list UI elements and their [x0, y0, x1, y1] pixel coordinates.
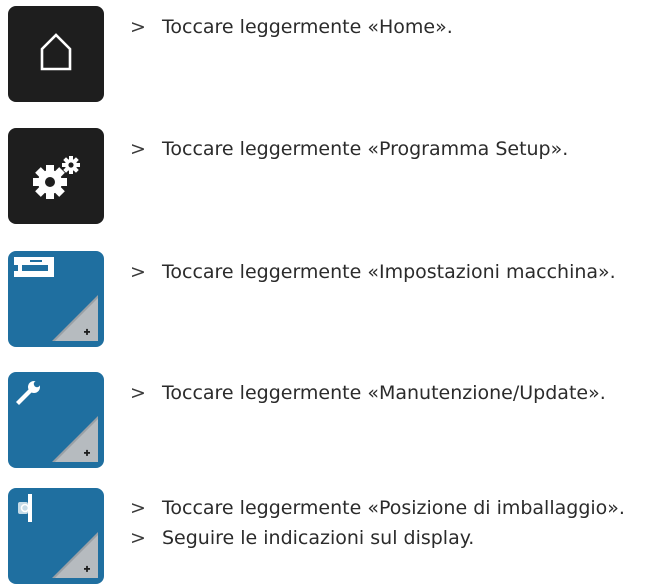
instruction-row-packing-position: > Toccare leggermente «Posizione di imbal… [0, 488, 667, 588]
step-item: > Seguire le indicazioni sul display. [130, 527, 475, 549]
packing-position-icon [18, 494, 98, 578]
step-list: > Toccare leggermente «Impostazioni macch… [130, 257, 616, 287]
instruction-row-home: > Toccare leggermente «Home». [0, 6, 667, 106]
instruction-row-setup: > Toccare leggermente «Programma Setup». [0, 128, 667, 228]
packing-position-button[interactable] [8, 488, 104, 584]
step-list: > Toccare leggermente «Manutenzione/Updat… [130, 378, 606, 408]
wrench-icon [16, 380, 98, 462]
sewing-machine-icon [14, 257, 98, 341]
step-item: > Toccare leggermente «Home». [130, 16, 453, 38]
step-list: > Toccare leggermente «Posizione di imbal… [130, 493, 625, 553]
instruction-row-maintenance: > Toccare leggermente «Manutenzione/Updat… [0, 372, 667, 472]
step-item: > Toccare leggermente «Impostazioni macch… [130, 261, 616, 283]
instruction-row-machine-settings: > Toccare leggermente «Impostazioni macch… [0, 251, 667, 351]
step-item: > Toccare leggermente «Programma Setup». [130, 138, 569, 160]
step-list: > Toccare leggermente «Home». [130, 12, 453, 42]
home-button[interactable] [8, 6, 104, 102]
home-icon [40, 33, 72, 71]
gear-icon [33, 156, 80, 199]
step-item: > Toccare leggermente «Posizione di imbal… [130, 497, 625, 519]
step-list: > Toccare leggermente «Programma Setup». [130, 134, 568, 164]
step-item: > Toccare leggermente «Manutenzione/Updat… [130, 382, 606, 404]
maintenance-button[interactable] [8, 372, 104, 468]
setup-button[interactable] [8, 128, 104, 224]
machine-settings-button[interactable] [8, 251, 104, 347]
